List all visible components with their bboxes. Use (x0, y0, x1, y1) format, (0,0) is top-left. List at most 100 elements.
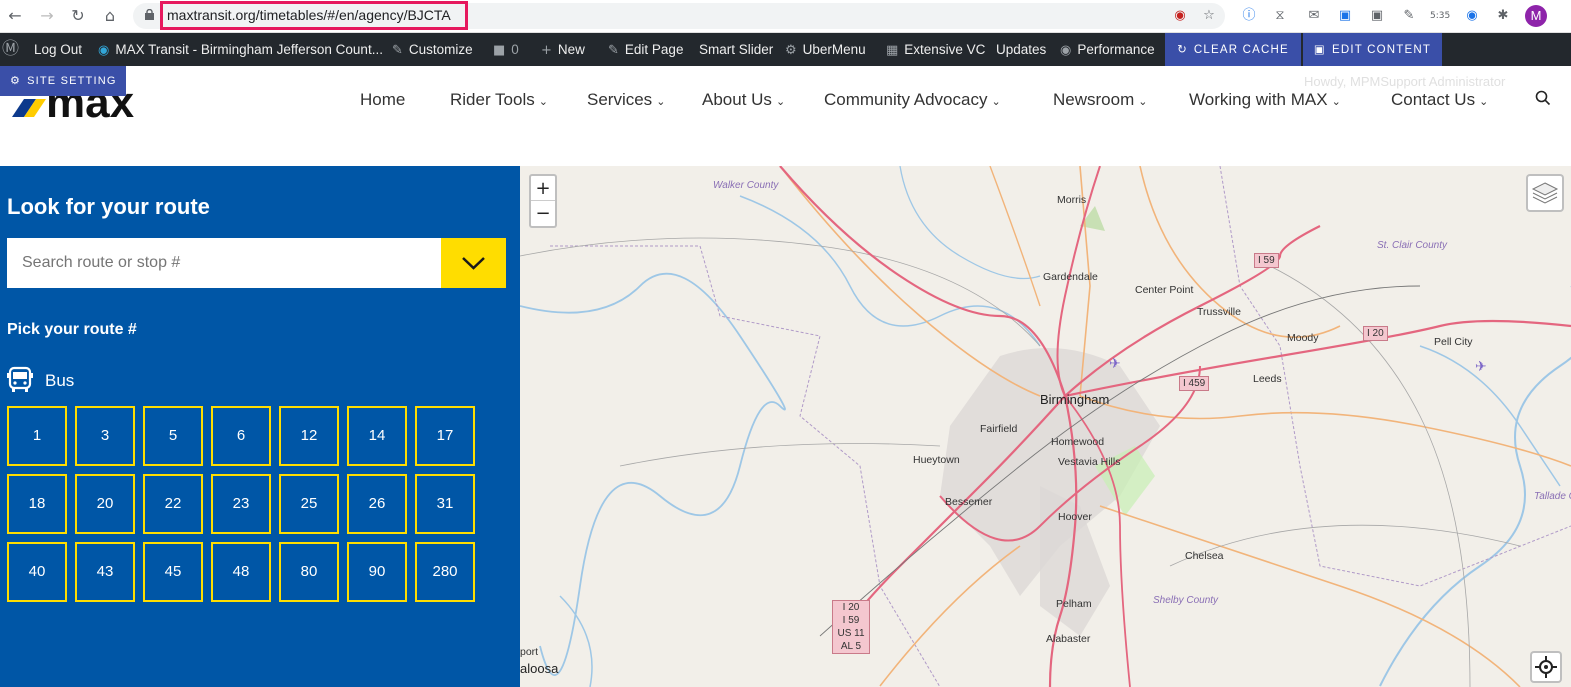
nav-contact-us[interactable]: Contact Us ⌄ (1391, 90, 1488, 110)
edit-content-button[interactable]: ▣ EDIT CONTENT (1303, 33, 1442, 66)
clock-extension[interactable]: 5:35 (1430, 7, 1450, 25)
star-icon[interactable]: ☆ (1200, 7, 1218, 25)
map-label-moody: Moody (1287, 332, 1319, 344)
home-icon[interactable]: ⌂ (100, 6, 120, 26)
map-label-trussville: Trussville (1197, 306, 1241, 318)
nav-rider-tools[interactable]: Rider Tools ⌄ (450, 90, 548, 110)
locate-button[interactable] (1530, 651, 1562, 683)
clear-cache-label: CLEAR CACHE (1193, 44, 1289, 56)
edit-content-label: EDIT CONTENT (1331, 44, 1432, 56)
blocked-icon[interactable]: ◉ (1171, 7, 1189, 25)
layers-icon (1531, 182, 1559, 204)
extensive-vc-link[interactable]: ▦ Extensive VC (886, 33, 985, 66)
route-button-17[interactable]: 17 (415, 406, 475, 466)
route-button-14[interactable]: 14 (347, 406, 407, 466)
nav-services[interactable]: Services ⌄ (587, 90, 665, 110)
clear-cache-button[interactable]: ↻ CLEAR CACHE (1165, 33, 1301, 66)
back-icon[interactable]: ← (5, 6, 25, 26)
comments-count: 0 (511, 42, 519, 57)
updates-link[interactable]: Updates (996, 33, 1046, 66)
map-label-tuscaloosa: aloosa (520, 661, 559, 676)
route-button-1[interactable]: 1 (7, 406, 67, 466)
nav-working-with-max[interactable]: Working with MAX ⌄ (1189, 90, 1341, 110)
nav-newsroom[interactable]: Newsroom ⌄ (1053, 90, 1147, 110)
route-button-20[interactable]: 20 (75, 474, 135, 534)
chevron-down-icon: ⌄ (775, 95, 786, 108)
shield-multi-route: I 20 I 59 US 11 AL 5 (832, 600, 870, 654)
route-button-5[interactable]: 5 (143, 406, 203, 466)
performance-link[interactable]: ◉ Performance (1060, 33, 1155, 66)
search-icon[interactable] (1535, 90, 1551, 106)
route-search-field[interactable] (7, 238, 441, 288)
route-button-48[interactable]: 48 (211, 542, 271, 602)
route-button-45[interactable]: 45 (143, 542, 203, 602)
extensive-vc-label: Extensive VC (904, 42, 986, 57)
brush-icon: ✎ (392, 43, 403, 58)
zoom-out-button[interactable]: − (531, 201, 555, 226)
route-search-input[interactable] (7, 238, 441, 288)
route-button-18[interactable]: 18 (7, 474, 67, 534)
route-button-26[interactable]: 26 (347, 474, 407, 534)
layers-button[interactable] (1526, 174, 1564, 212)
lock-icon (145, 9, 154, 20)
route-button-43[interactable]: 43 (75, 542, 135, 602)
nav-about-us[interactable]: About Us ⌄ (702, 90, 785, 110)
route-button-31[interactable]: 31 (415, 474, 475, 534)
mail-icon[interactable]: ✉ (1305, 7, 1323, 25)
route-button-12[interactable]: 12 (279, 406, 339, 466)
map-label-leeds: Leeds (1253, 373, 1282, 385)
howdy-text[interactable]: Howdy, MPMSupport Administrator (1304, 74, 1505, 89)
new-link[interactable]: + New (541, 33, 585, 66)
performance-icon: ◉ (1060, 43, 1072, 58)
route-button-23[interactable]: 23 (211, 474, 271, 534)
screen-record-icon[interactable]: ◉ (1463, 7, 1481, 25)
route-button-40[interactable]: 40 (7, 542, 67, 602)
route-button-3[interactable]: 3 (75, 406, 135, 466)
map-label-walker-county: Walker County (713, 180, 779, 191)
url-text[interactable]: maxtransit.org/timetables/#/en/agency/BJ… (167, 7, 451, 23)
route-button-22[interactable]: 22 (143, 474, 203, 534)
map-label-st-clair-county: St. Clair County (1377, 240, 1448, 251)
route-dropdown-button[interactable] (441, 238, 506, 288)
nav-newsroom-label: Newsroom (1053, 90, 1135, 109)
eyedropper-icon[interactable]: ✎ (1400, 7, 1418, 25)
map-label-hueytown: Hueytown (913, 454, 960, 466)
log-out-link[interactable]: Log Out (34, 33, 82, 66)
edit-page-link[interactable]: ✎ Edit Page (608, 33, 683, 66)
camera-icon[interactable]: ▣ (1368, 7, 1386, 25)
bus-mode-label: Bus (45, 371, 75, 390)
zoom-control: + − (529, 174, 557, 228)
site-name-link[interactable]: ◉ MAX Transit - Birmingham Jefferson Coun… (98, 33, 383, 66)
chat-icon[interactable]: ▣ (1336, 7, 1354, 25)
map-label-bessemer: Bessemer (945, 496, 993, 508)
puzzle-icon[interactable]: ✱ (1494, 7, 1512, 25)
route-button-280[interactable]: 280 (415, 542, 475, 602)
forward-icon[interactable]: → (37, 6, 57, 26)
route-button-90[interactable]: 90 (347, 542, 407, 602)
map-label-chelsea: Chelsea (1185, 550, 1224, 562)
wordpress-logo-icon[interactable]: Ⓜ (2, 33, 25, 66)
route-button-25[interactable]: 25 (279, 474, 339, 534)
comments-link[interactable]: ■ 0 (493, 33, 519, 66)
reload-icon[interactable]: ↻ (68, 6, 88, 26)
nav-community-advocacy-label: Community Advocacy (824, 90, 988, 109)
extension-info-icon[interactable]: ⓘ (1240, 7, 1258, 25)
wp-admin-bar: Ⓜ Log Out ◉ MAX Transit - Birmingham Jeff… (0, 33, 1571, 66)
zoom-in-button[interactable]: + (531, 176, 555, 201)
extension-wave-icon[interactable]: ⧖ (1271, 7, 1289, 25)
site-setting-button[interactable]: ⚙ SITE SETTING (0, 66, 126, 96)
nav-working-with-max-label: Working with MAX (1189, 90, 1328, 109)
nav-home[interactable]: Home (360, 90, 405, 110)
route-button-6[interactable]: 6 (211, 406, 271, 466)
nav-about-us-label: About Us (702, 90, 772, 109)
ubermenu-link[interactable]: ⚙ UberMenu (785, 33, 866, 66)
profile-avatar[interactable]: M (1525, 5, 1547, 27)
shield-line: AL 5 (840, 641, 862, 652)
customize-link[interactable]: ✎ Customize (392, 33, 473, 66)
route-button-80[interactable]: 80 (279, 542, 339, 602)
site-name-label: MAX Transit - Birmingham Jefferson Count… (115, 42, 383, 57)
nav-community-advocacy[interactable]: Community Advocacy ⌄ (824, 90, 1001, 110)
browser-toolbar: ← → ↻ ⌂ maxtransit.org/timetables/#/en/a… (0, 0, 1571, 33)
smart-slider-link[interactable]: Smart Slider (699, 33, 773, 66)
map-label-shelby-county: Shelby County (1153, 595, 1219, 606)
